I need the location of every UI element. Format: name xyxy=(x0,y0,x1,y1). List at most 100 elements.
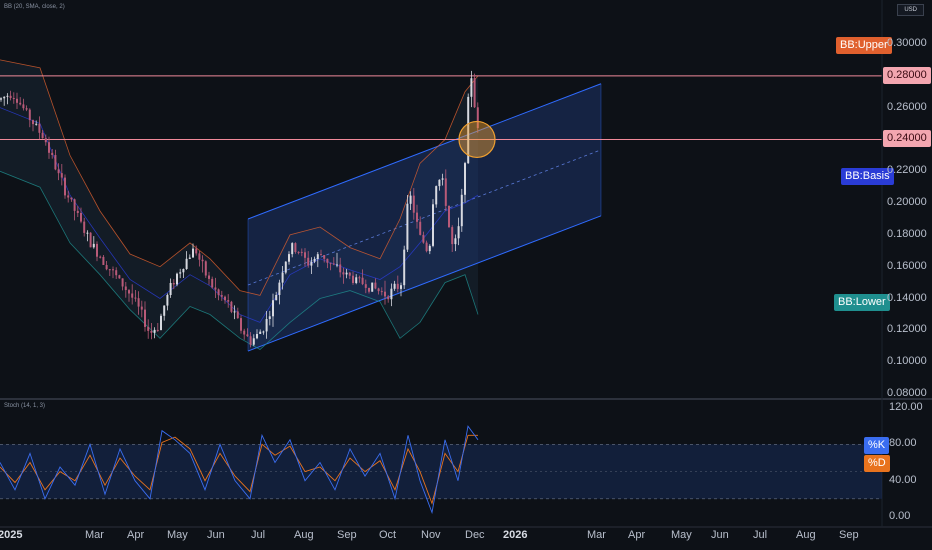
price-tick-label: 0.08000 xyxy=(887,387,927,399)
candle-body xyxy=(396,283,399,289)
price-tick-label: 0.16000 xyxy=(887,259,927,272)
time-tick-label: Aug xyxy=(796,529,816,541)
stoch-tick-label: 0.00 xyxy=(889,510,911,522)
candle-body xyxy=(323,255,326,259)
time-tick-label: Nov xyxy=(421,529,441,541)
candle-body xyxy=(150,330,153,333)
candle-body xyxy=(124,286,127,290)
candle-body xyxy=(348,272,351,276)
candle-body xyxy=(457,226,460,239)
time-tick-label: Mar xyxy=(587,529,606,541)
candle-body xyxy=(364,284,367,288)
price-tick-label: 0.12000 xyxy=(887,323,927,336)
candle-body xyxy=(403,249,406,286)
candle-body xyxy=(214,287,217,290)
candle-body xyxy=(240,318,242,331)
candle-body xyxy=(76,210,79,213)
time-tick-label: Jun xyxy=(207,529,225,541)
candle-body xyxy=(118,275,121,279)
candle-body xyxy=(464,163,466,195)
candle-body xyxy=(284,261,287,273)
candle-body xyxy=(102,256,105,265)
candle-body xyxy=(80,213,82,222)
candle-body xyxy=(32,120,34,125)
candle-body xyxy=(384,291,386,297)
candle-body xyxy=(163,305,166,316)
candle-body xyxy=(179,272,182,274)
time-tick-label: Aug xyxy=(294,529,314,541)
time-tick-label: Jun xyxy=(711,529,729,541)
highlight-circle-shape xyxy=(458,120,496,159)
candle-body xyxy=(220,295,223,297)
candle-body xyxy=(297,251,300,253)
candle-body xyxy=(361,277,364,285)
price-tick-label: 0.14000 xyxy=(887,291,927,304)
candle-body xyxy=(400,285,402,289)
candle-body xyxy=(217,289,220,296)
candle-body xyxy=(12,98,15,99)
candle-body xyxy=(368,287,370,292)
candle-body xyxy=(262,331,265,333)
candle-body xyxy=(19,102,22,105)
candle-body xyxy=(265,319,268,332)
level-high-label[interactable]: 0.28000 xyxy=(883,67,931,84)
candle-body xyxy=(70,197,73,200)
currency-button[interactable]: USD xyxy=(897,4,924,16)
stoch-tick-label: 80.00 xyxy=(889,437,917,450)
level-low-label[interactable]: 0.24000 xyxy=(883,130,931,147)
time-tick-label: Apr xyxy=(127,529,145,541)
bb-upper-label: BB:Upper xyxy=(836,37,892,54)
candle-body xyxy=(252,338,255,345)
price-tick-label: 0.26000 xyxy=(887,100,927,113)
candle-body xyxy=(166,294,169,306)
candle-body xyxy=(329,262,332,264)
candle-body xyxy=(0,98,2,100)
candle-body xyxy=(236,311,239,319)
price-tick-label: 0.22000 xyxy=(887,164,927,177)
candle-body xyxy=(64,177,66,196)
candle-body xyxy=(86,232,89,234)
candle-body xyxy=(355,277,358,283)
time-tick-label: Sep xyxy=(337,529,357,541)
candle-body xyxy=(304,252,306,258)
candle-body xyxy=(54,155,57,170)
candle-body xyxy=(406,203,409,250)
candle-body xyxy=(169,283,172,295)
candle-body xyxy=(96,243,98,257)
candle-body xyxy=(105,265,108,270)
candle-body xyxy=(224,296,226,301)
candle-body xyxy=(380,291,383,293)
bb-legend[interactable]: BB (20, SMA, close, 2) xyxy=(4,4,65,10)
price-tick-label: 0.18000 xyxy=(887,227,927,240)
price-tick-label: 0.20000 xyxy=(887,196,927,209)
candle-body xyxy=(432,204,434,246)
candle-body xyxy=(419,221,422,235)
candle-body xyxy=(89,232,92,248)
candle-body xyxy=(371,282,374,292)
candle-body xyxy=(137,298,140,307)
time-tick-label: Jul xyxy=(753,529,768,541)
candle-body xyxy=(422,234,425,243)
candle-body xyxy=(192,248,194,258)
chart-canvas[interactable] xyxy=(0,0,932,550)
candle-body xyxy=(144,309,146,327)
candle-body xyxy=(358,277,361,279)
time-tick-label: Jul xyxy=(251,529,266,541)
candle-body xyxy=(44,138,47,143)
time-tick-label: 2025 xyxy=(0,529,23,541)
candle-body xyxy=(454,238,457,245)
candle-body xyxy=(313,259,316,262)
candle-body xyxy=(112,269,114,271)
candle-body xyxy=(339,264,342,273)
candle-body xyxy=(38,123,41,133)
candle-body xyxy=(211,278,214,288)
candle-body xyxy=(460,194,463,227)
candle-body xyxy=(131,293,134,298)
stoch-legend[interactable]: Stoch (14, 1, 3) xyxy=(4,403,45,409)
candle-body xyxy=(156,329,159,331)
price-tick-label: 0.10000 xyxy=(887,355,927,368)
time-tick-label: Oct xyxy=(379,529,397,541)
time-tick-label: May xyxy=(167,529,188,541)
candle-body xyxy=(99,256,102,258)
candle-body xyxy=(278,282,281,295)
